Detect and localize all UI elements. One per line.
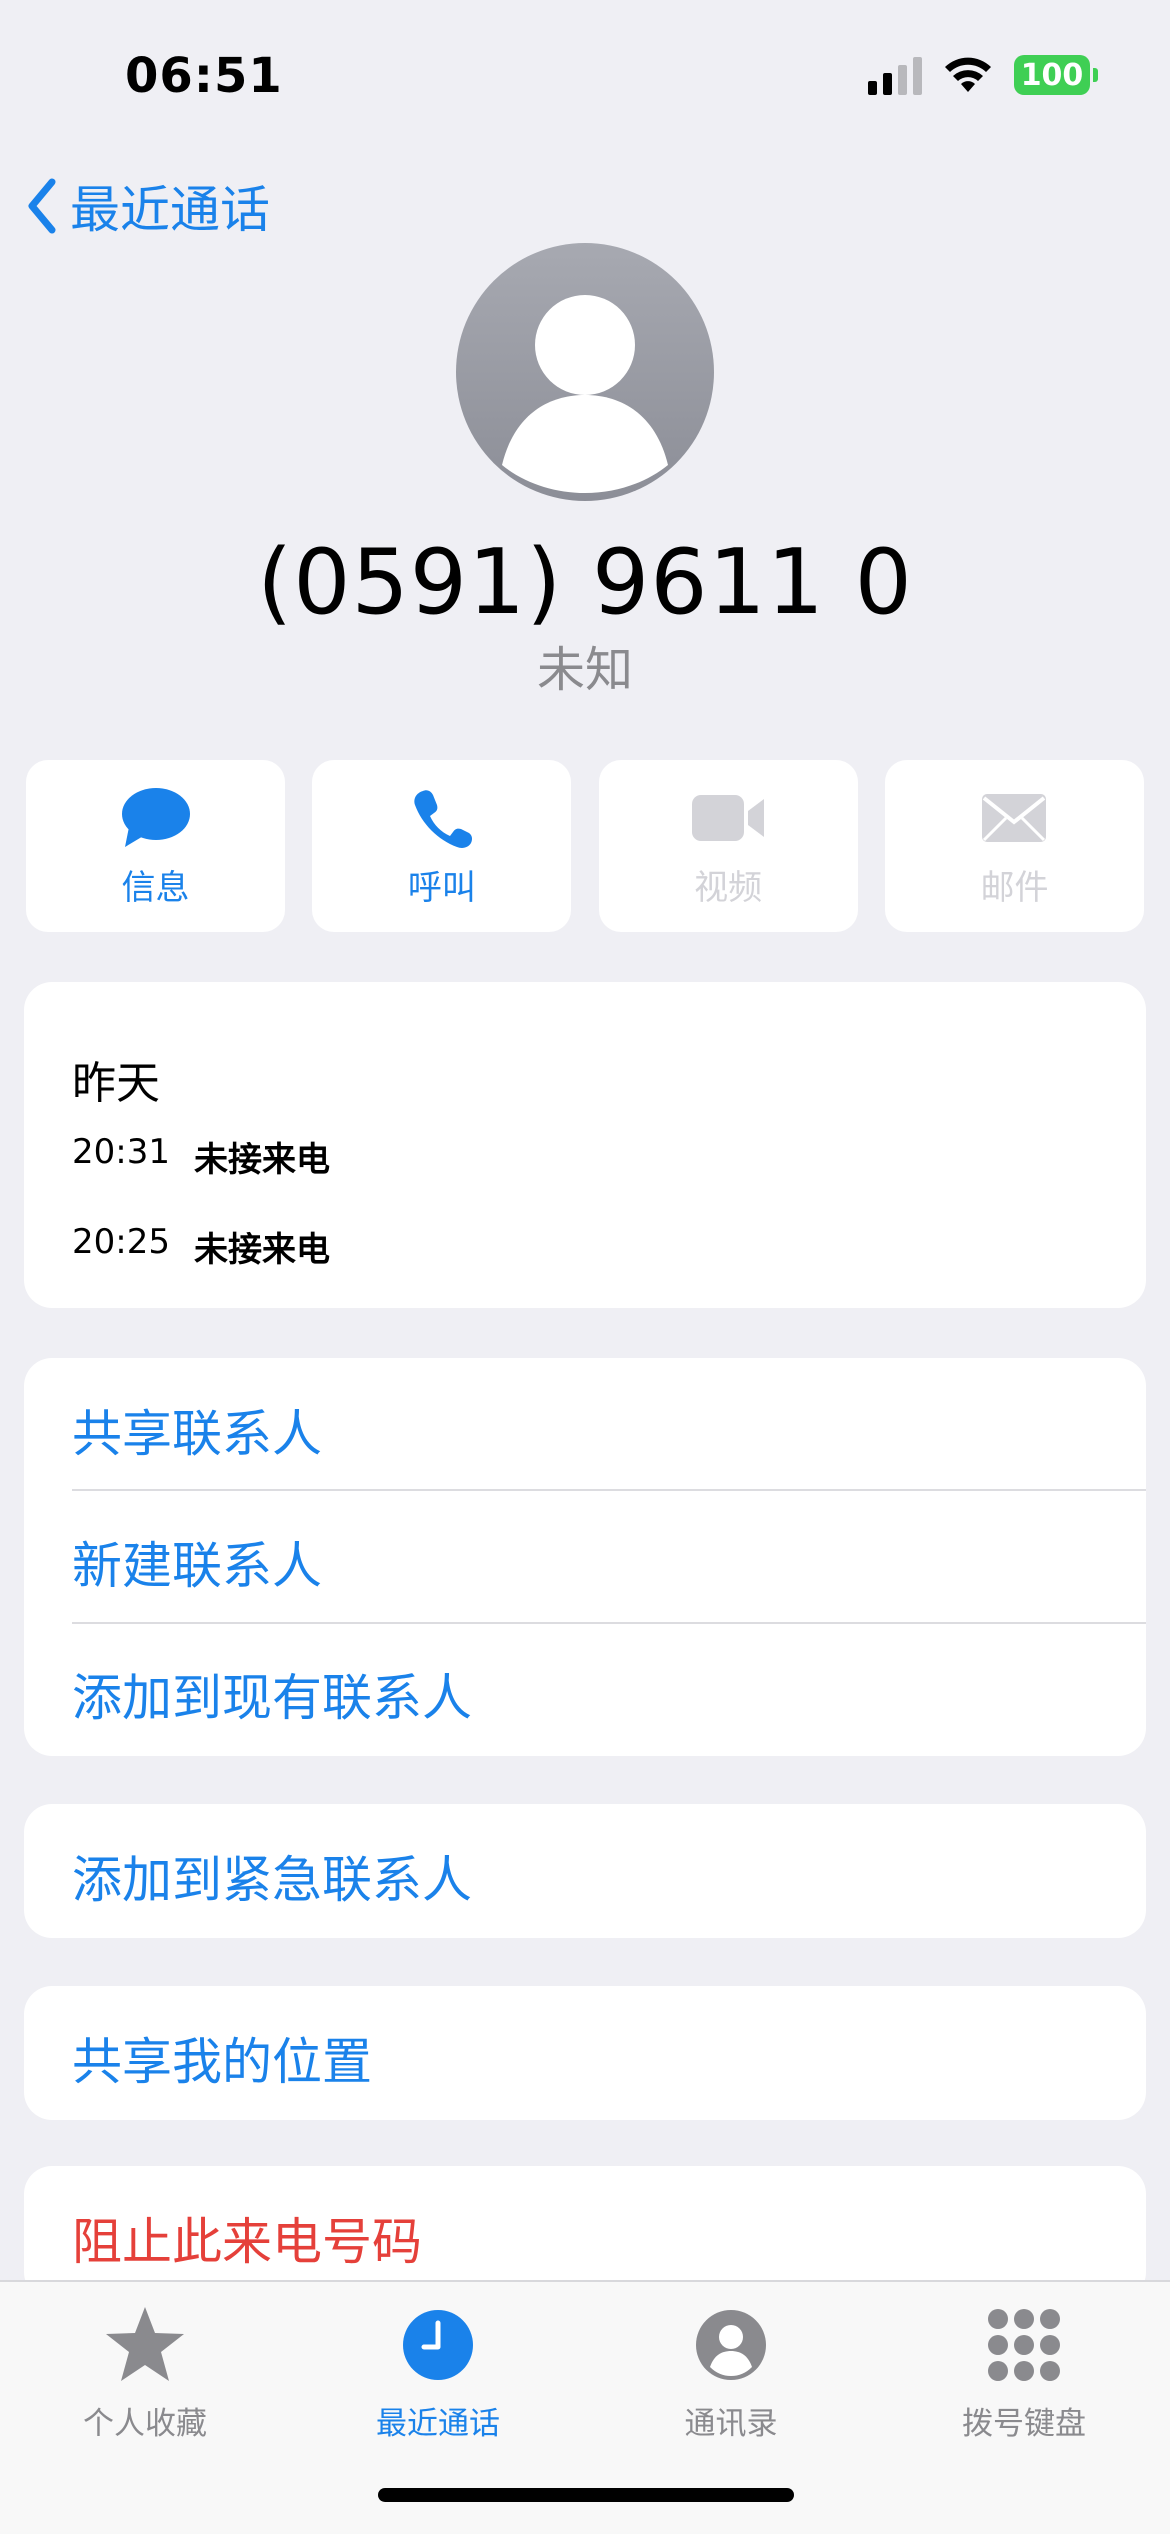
new-contact-button[interactable]: 新建联系人	[72, 1526, 322, 1598]
divider	[72, 1489, 1146, 1491]
status-icons: 100	[868, 55, 1098, 95]
location-card: 共享我的位置	[24, 1986, 1146, 2120]
share-location-button[interactable]: 共享我的位置	[72, 2022, 372, 2094]
tab-contacts[interactable]: 通讯录	[611, 2302, 851, 2443]
phone-icon	[414, 789, 472, 848]
history-entry: 20:25 未接来电	[72, 1222, 330, 1271]
envelope-icon	[982, 793, 1047, 842]
emergency-card: 添加到紧急联系人	[24, 1804, 1146, 1938]
message-button[interactable]: 信息	[26, 760, 285, 932]
mail-button[interactable]: 邮件	[884, 760, 1144, 932]
home-indicator	[378, 2488, 794, 2502]
back-label: 最近通话	[70, 181, 270, 239]
person-silhouette-icon	[502, 295, 668, 493]
battery-level: 100	[1020, 57, 1084, 93]
history-date: 昨天	[72, 1058, 160, 1109]
call-history-card: 昨天 20:31 未接来电 20:25 未接来电	[24, 982, 1146, 1308]
clock-icon	[403, 2310, 473, 2380]
block-caller-button[interactable]: 阻止此来电号码	[72, 2202, 422, 2274]
keypad-icon	[988, 2309, 1060, 2381]
tab-favorites[interactable]: 个人收藏	[25, 2302, 265, 2443]
add-emergency-contact-button[interactable]: 添加到紧急联系人	[72, 1840, 472, 1912]
tab-label: 拨号键盘	[962, 2406, 1086, 2442]
phone-number: (0591) 9611 0	[257, 530, 913, 635]
message-bubble-icon	[121, 787, 190, 847]
history-time: 20:25	[72, 1222, 170, 1262]
call-label: 呼叫	[407, 867, 476, 908]
history-entry: 20:31 未接来电	[72, 1132, 330, 1181]
tab-keypad[interactable]: 拨号键盘	[904, 2302, 1144, 2443]
contact-avatar	[456, 243, 714, 501]
history-time: 20:31	[72, 1132, 170, 1172]
wifi-icon	[945, 57, 991, 92]
status-bar: 06:51 100	[0, 0, 1170, 150]
contact-options-card: 共享联系人 新建联系人 添加到现有联系人	[24, 1358, 1146, 1756]
tab-recents[interactable]: 最近通话	[318, 2302, 558, 2443]
tab-bar: 个人收藏 最近通话 通讯录 拨号键盘	[0, 2280, 1170, 2534]
tab-label: 通讯录	[684, 2406, 778, 2442]
video-camera-icon	[692, 794, 765, 841]
battery-icon: 100	[1014, 55, 1098, 95]
share-contact-button[interactable]: 共享联系人	[72, 1394, 322, 1466]
history-type: 未接来电	[193, 1140, 330, 1180]
divider	[72, 1622, 1146, 1624]
video-label: 视频	[694, 867, 763, 908]
person-circle-icon	[696, 2310, 766, 2380]
history-type: 未接来电	[193, 1230, 330, 1270]
status-time: 06:51	[125, 48, 283, 104]
tab-label: 个人收藏	[83, 2406, 207, 2442]
mail-label: 邮件	[980, 867, 1049, 908]
caller-label: 未知	[536, 642, 633, 698]
cellular-signal-icon	[868, 55, 922, 95]
video-button[interactable]: 视频	[598, 760, 858, 932]
star-icon	[106, 2307, 184, 2381]
back-button[interactable]: 最近通话	[26, 170, 270, 242]
quick-actions: 信息 呼叫 视频 邮件	[26, 760, 1144, 932]
chevron-left-icon	[28, 178, 56, 234]
message-label: 信息	[121, 867, 190, 908]
tab-label: 最近通话	[376, 2406, 500, 2442]
call-button[interactable]: 呼叫	[312, 760, 572, 932]
add-to-existing-contact-button[interactable]: 添加到现有联系人	[72, 1658, 472, 1730]
